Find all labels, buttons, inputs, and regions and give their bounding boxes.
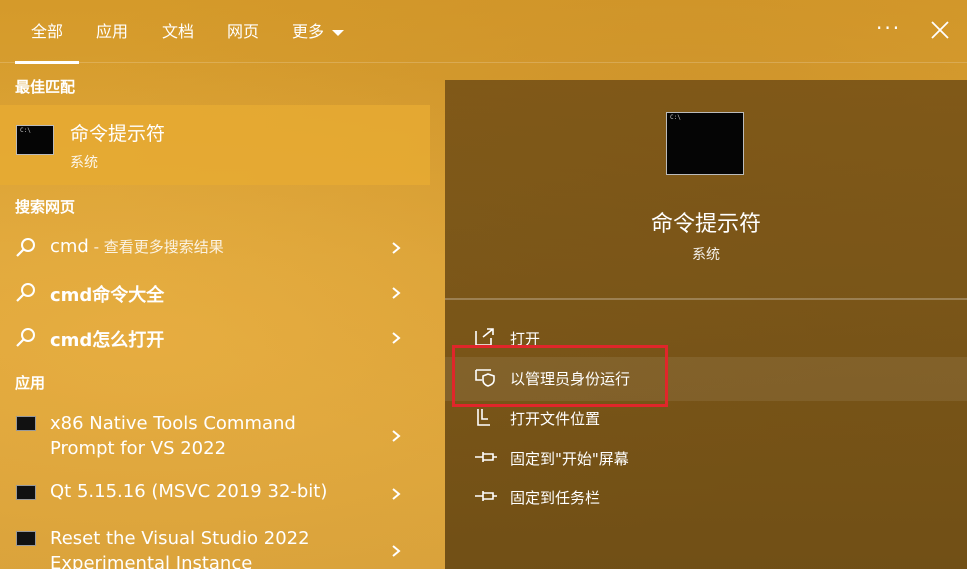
tab-web[interactable]: 网页 xyxy=(227,20,259,44)
action-pin-taskbar-label: 固定到任务栏 xyxy=(510,489,601,507)
tab-apps[interactable]: 应用 xyxy=(96,20,128,44)
tab-all[interactable]: 全部 xyxy=(14,20,80,64)
chevron-right-icon xyxy=(392,488,401,500)
app-name: Qt 5.15.16 (MSVC 2019 32-bit) xyxy=(50,481,328,502)
more-options-button[interactable]: ··· xyxy=(876,16,901,40)
tab-more-label: 更多 xyxy=(292,22,325,41)
chevron-right-icon xyxy=(392,430,401,442)
command-prompt-large-icon: C:\ xyxy=(666,112,744,175)
details-sub: 系统 xyxy=(692,247,720,263)
pin-icon xyxy=(475,452,497,462)
app-name-line2: Prompt for VS 2022 xyxy=(50,438,227,459)
app-name-line1: x86 Native Tools Command xyxy=(50,413,296,434)
search-icon xyxy=(16,283,35,302)
web-result-item[interactable]: cmd怎么打开 xyxy=(0,316,430,360)
command-prompt-icon: C:\ xyxy=(16,125,54,155)
tab-documents[interactable]: 文档 xyxy=(162,20,194,44)
web-result-item[interactable]: cmd - 查看更多搜索结果 xyxy=(0,226,430,270)
terminal-icon xyxy=(16,485,36,500)
web-result-term: cmd xyxy=(50,236,89,257)
chevron-right-icon xyxy=(392,287,401,299)
apps-heading: 应用 xyxy=(15,374,46,392)
search-tabs-bar: 全部 应用 文档 网页 更多 ··· xyxy=(0,0,967,64)
app-item[interactable]: x86 Native Tools Command Prompt for VS 2… xyxy=(0,404,430,464)
chevron-right-icon xyxy=(392,242,401,254)
terminal-icon xyxy=(16,531,36,546)
app-name-line1: Reset the Visual Studio 2022 xyxy=(50,528,310,549)
web-search-heading: 搜索网页 xyxy=(15,198,76,216)
details-pane: C:\ 命令提示符 系统 打开 以管理员身份运行 打开文件位置 固定到"开始"屏… xyxy=(445,80,967,569)
search-icon xyxy=(16,328,35,347)
best-match-heading: 最佳匹配 xyxy=(15,78,76,96)
action-open-file-location-label: 打开文件位置 xyxy=(510,410,601,428)
tab-more[interactable]: 更多 xyxy=(292,20,345,44)
file-location-icon xyxy=(477,409,490,426)
chevron-down-icon xyxy=(332,29,345,36)
divider xyxy=(445,298,967,300)
open-icon xyxy=(475,328,494,346)
web-result-term: cmd命令大全 xyxy=(50,285,165,306)
results-list: 最佳匹配 C:\ 命令提示符 系统 搜索网页 cmd - 查看更多搜索结果 cm… xyxy=(0,64,430,569)
action-pin-start-label: 固定到"开始"屏幕 xyxy=(510,450,629,468)
app-item[interactable]: Qt 5.15.16 (MSVC 2019 32-bit) xyxy=(0,472,430,516)
best-match-sub: 系统 xyxy=(70,155,98,171)
details-title: 命令提示符 xyxy=(650,212,761,237)
app-item[interactable]: Reset the Visual Studio 2022 Experimenta… xyxy=(0,519,430,569)
close-icon[interactable] xyxy=(930,20,950,40)
web-result-item[interactable]: cmd命令大全 xyxy=(0,271,430,315)
web-result-term: cmd怎么打开 xyxy=(50,330,165,351)
best-match-name: 命令提示符 xyxy=(70,123,166,145)
web-result-suffix: - 查看更多搜索结果 xyxy=(88,238,224,256)
chevron-right-icon xyxy=(392,545,401,557)
pin-icon xyxy=(475,491,497,501)
best-match-item[interactable]: C:\ 命令提示符 系统 xyxy=(0,105,430,185)
terminal-icon xyxy=(16,416,36,431)
chevron-right-icon xyxy=(392,332,401,344)
search-icon xyxy=(16,238,35,257)
app-name-line2: Experimental Instance xyxy=(50,553,253,569)
highlight-box xyxy=(452,345,668,407)
